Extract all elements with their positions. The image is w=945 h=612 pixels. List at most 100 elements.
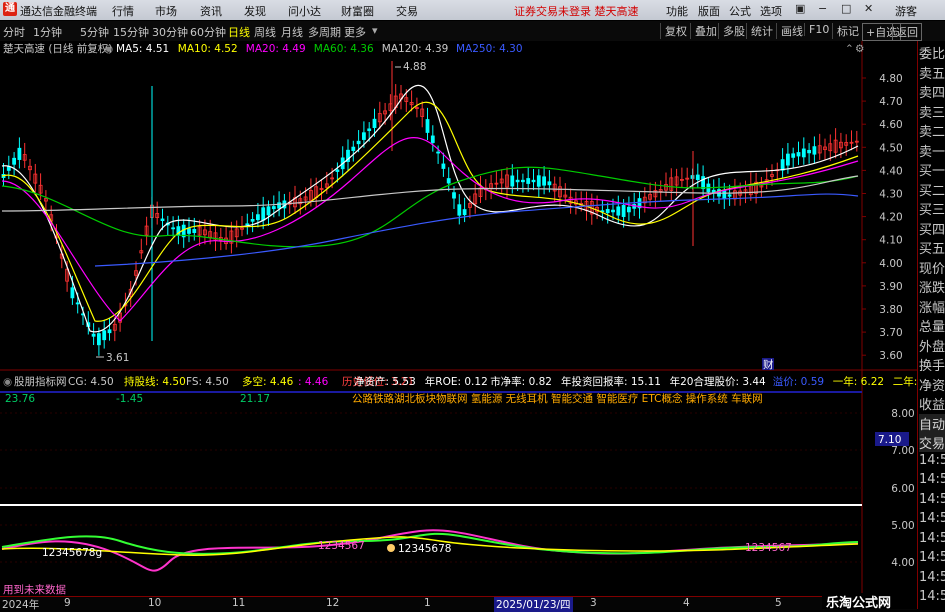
menu-wealth[interactable]: 财富圈 <box>341 3 374 19</box>
indicator-value: FS: 4.50 <box>186 376 229 388</box>
menu-market[interactable]: 行情 <box>112 3 134 19</box>
seq-label-2: 1234567 <box>318 540 365 552</box>
menu-function[interactable]: 功能 <box>666 3 688 19</box>
side-panel-item[interactable]: 自动 <box>919 413 945 433</box>
watermark-title: 乐淘公式网 <box>826 596 892 611</box>
stats-button[interactable]: 统计 <box>746 23 773 39</box>
side-panel-item[interactable]: 14:5 <box>919 589 945 604</box>
side-panel-item[interactable]: 14:5 <box>919 492 945 507</box>
side-panel-item[interactable]: 14:5 <box>919 570 945 585</box>
period-tab-30min[interactable]: 30分钟 <box>152 24 188 40</box>
side-panel-item[interactable]: 买四 <box>919 219 945 238</box>
menu-ask[interactable]: 问小达 <box>288 3 321 19</box>
high-price-label: 4.88 <box>403 61 426 73</box>
side-panel-item[interactable]: 交易 <box>919 433 945 452</box>
settings-icon[interactable]: ⚙ <box>855 43 864 55</box>
side-panel-item[interactable]: 现价 <box>919 258 945 277</box>
side-panel-item[interactable]: 卖二 <box>919 121 945 140</box>
period-tab-1min[interactable]: 1分钟 <box>33 24 62 40</box>
candle-body <box>12 157 17 165</box>
candle-body <box>97 333 101 346</box>
close-icon[interactable]: ✕ <box>864 2 873 15</box>
menu-news[interactable]: 资讯 <box>200 3 222 19</box>
side-panel-item[interactable]: 14:5 <box>919 453 945 468</box>
side-panel-item[interactable]: 14:5 <box>919 531 945 546</box>
skin-icon[interactable]: ▣ <box>795 2 805 15</box>
adjust-button[interactable]: 复权 <box>660 23 687 39</box>
menu-formula[interactable]: 公式 <box>729 3 751 19</box>
multi-stock-button[interactable]: 多股 <box>718 23 745 39</box>
date-tick-label: 5 <box>775 597 782 609</box>
fundamental-value: 一年: 6.22 <box>833 375 884 388</box>
y-tick-label: 4.00 <box>879 258 902 270</box>
menu-layout[interactable]: 版面 <box>698 3 720 19</box>
seq-label-3: 12345678 <box>398 543 451 555</box>
side-panel-item[interactable]: 总量 <box>919 316 945 335</box>
side-panel-item[interactable]: 14:5 <box>919 472 945 487</box>
side-panel-item[interactable]: 买一 <box>919 160 945 179</box>
guest-user[interactable]: 游客 <box>895 3 917 19</box>
side-panel-item[interactable]: 买二 <box>919 180 945 199</box>
period-tab-15min[interactable]: 15分钟 <box>113 24 149 40</box>
y-tick-label: 4.80 <box>879 73 902 85</box>
period-tab-monthly[interactable]: 月线 <box>281 24 303 40</box>
y-tick-label: 3.90 <box>879 281 902 293</box>
side-panel-item[interactable]: 收益 <box>919 394 945 413</box>
side-panel-item[interactable]: 14:5 <box>919 511 945 526</box>
concept-tags[interactable]: 公路铁路湖北板块物联网 氢能源 无线耳机 智能交通 智能医疗 ETC概念 操作系… <box>352 392 763 405</box>
side-panel-item[interactable]: 换手 <box>919 355 945 374</box>
more-dropdown-icon[interactable]: ▾ <box>372 24 378 37</box>
period-tab-more[interactable]: 更多 <box>344 24 366 40</box>
candle-body <box>510 175 515 187</box>
app-logo-icon: 通 <box>3 2 17 16</box>
period-tab-5min[interactable]: 5分钟 <box>80 24 109 40</box>
overlay-button[interactable]: 叠加 <box>690 23 717 39</box>
financial-marker-label: 财 <box>763 358 774 371</box>
f10-button[interactable]: F10 <box>804 23 829 36</box>
side-panel-item[interactable]: 涨幅 <box>919 297 945 316</box>
menu-discover[interactable]: 发现 <box>244 3 266 19</box>
login-status[interactable]: 证券交易未登录 楚天高速 <box>514 3 639 19</box>
period-tab-intraday[interactable]: 分时 <box>3 24 25 40</box>
y-tick-label: 3.60 <box>879 350 902 362</box>
candle-body <box>605 208 610 214</box>
side-panel-item[interactable]: 卖一 <box>919 141 945 160</box>
side-panel-item[interactable]: 14:5 <box>919 550 945 565</box>
side-panel-item[interactable]: 卖四 <box>919 82 945 101</box>
side-panel-item[interactable]: 卖三 <box>919 102 945 121</box>
candle-body <box>91 333 96 337</box>
date-tick-label: 4 <box>683 597 690 609</box>
period-tab-daily[interactable]: 日线 <box>228 24 250 40</box>
minimize-icon[interactable]: − <box>818 2 827 15</box>
candle-body <box>457 204 462 216</box>
candle-body <box>812 146 817 155</box>
side-panel-item[interactable]: 涨跌 <box>919 277 945 296</box>
menu-market-list[interactable]: 市场 <box>155 3 177 19</box>
maximize-icon[interactable]: □ <box>841 2 851 15</box>
period-tab-60min[interactable]: 60分钟 <box>190 24 226 40</box>
menu-options[interactable]: 选项 <box>760 3 782 19</box>
period-tab-weekly[interactable]: 周线 <box>254 24 276 40</box>
candle-body <box>335 169 340 172</box>
back-button[interactable]: 返回 <box>892 23 922 41</box>
chart-area[interactable]: 楚天高速 (日线 前复权) ◉ MA5: 4.51 MA10: 4.52 MA20:… <box>0 41 917 596</box>
side-panel-item[interactable]: 买三 <box>919 199 945 218</box>
indicator-menu-icon[interactable]: ◉ <box>3 376 12 388</box>
side-panel-item[interactable]: 净资 <box>919 375 945 394</box>
menu-trade[interactable]: 交易 <box>396 3 418 19</box>
side-panel-item[interactable]: 卖五 <box>919 63 945 82</box>
seq-label-4: 1234567 <box>745 542 792 554</box>
side-panel-item[interactable]: 买五 <box>919 238 945 257</box>
ma-label: MA10: 4.52 <box>178 43 238 55</box>
period-tab-multi[interactable]: 多周期 <box>308 24 341 40</box>
candle-body <box>727 194 732 197</box>
chart-menu-icon[interactable]: ◉ <box>104 43 113 55</box>
candle-body <box>367 128 372 132</box>
side-panel-item[interactable]: 外盘 <box>919 336 945 355</box>
side-panel-item[interactable]: 委比 <box>919 43 945 62</box>
candle-body <box>6 166 11 171</box>
mark-button[interactable]: 标记 <box>832 23 859 39</box>
fundamental-value: 年投资回报率: 15.11 <box>561 375 661 388</box>
collapse-icon[interactable]: ⌃ <box>845 43 854 55</box>
draw-button[interactable]: 画线 <box>776 23 803 39</box>
